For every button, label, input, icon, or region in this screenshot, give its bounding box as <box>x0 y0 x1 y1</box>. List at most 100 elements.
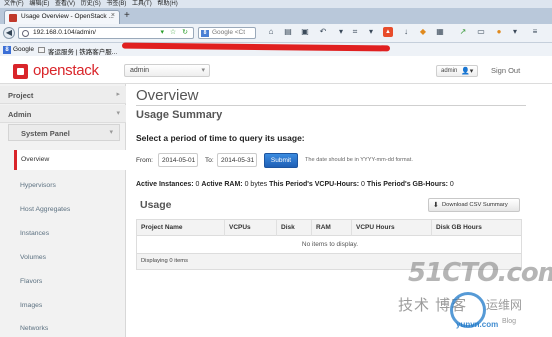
column-header-disk-gb-hours[interactable]: Disk GB Hours <box>432 220 523 236</box>
browser-tab-active[interactable]: Usage Overview - OpenStack ... × <box>4 10 120 24</box>
from-date-value: 2014-05-01 <box>162 157 196 164</box>
menu-history[interactable]: 历史(S) <box>81 0 101 8</box>
download-icon[interactable]: ↓ <box>401 27 411 37</box>
from-date-input[interactable]: 2014-05-01 <box>158 153 198 167</box>
column-header-project-name[interactable]: Project Name <box>137 220 225 236</box>
new-tab-button[interactable]: + <box>124 11 130 21</box>
tab-strip: Usage Overview - OpenStack ... × + <box>0 8 552 24</box>
usage-table: Project Name VCPUs Disk RAM VCPU Hours D… <box>136 219 522 270</box>
sidebar-item-images[interactable]: Images <box>14 296 126 316</box>
reload-icon[interactable]: ▾ ☆ ↻ <box>160 28 190 36</box>
sidebar-admin-label: Admin <box>8 110 32 119</box>
sidebar-item-networks[interactable]: Networks <box>14 319 126 337</box>
app-topbar: openstack admin ▾ admin 👤▾ Sign Out <box>0 58 552 84</box>
sidebar-system-panel[interactable]: System Panel ▾ <box>8 124 120 141</box>
openstack-logo-text[interactable]: openstack <box>33 62 99 79</box>
menu-tools[interactable]: 工具(T) <box>132 0 152 8</box>
vcpu-hours-label: This Period's VCPU-Hours: <box>269 181 360 188</box>
addon-red-icon[interactable]: ▲ <box>383 27 393 37</box>
column-header-disk[interactable]: Disk <box>277 220 312 236</box>
menu-hamburger-icon[interactable]: ≡ <box>530 27 540 37</box>
download-icon: ⬇ <box>433 202 439 209</box>
sidebar-item-host-aggregates[interactable]: Host Aggregates <box>14 200 126 220</box>
apps-icon[interactable]: ▦ <box>435 27 445 37</box>
google-search-engine-icon[interactable]: 8 <box>201 30 209 37</box>
back-arrow-icon[interactable]: ◀ <box>3 27 15 39</box>
menu-help[interactable]: 帮助(H) <box>157 0 177 8</box>
to-label: To: <box>205 157 214 164</box>
url-bar[interactable]: 192.168.0.104/admin/ ▾ ☆ ↻ <box>18 27 194 39</box>
submit-button[interactable]: Submit <box>264 153 298 168</box>
search-bar[interactable]: 8 Google <Ct <box>198 27 256 39</box>
column-header-ram[interactable]: RAM <box>312 220 352 236</box>
home-icon[interactable]: ⌂ <box>266 27 276 37</box>
sign-out-link[interactable]: Sign Out <box>491 66 520 75</box>
share-icon[interactable]: ↗ <box>458 27 468 37</box>
menu-view[interactable]: 查看(V) <box>55 0 75 8</box>
usage-table-title: Usage <box>140 199 172 211</box>
addon-orange-icon[interactable]: ◆ <box>418 27 428 37</box>
crop-icon[interactable]: ⌗ <box>350 27 360 37</box>
bookmark-list-icon[interactable]: ▤ <box>283 27 293 37</box>
bookmark-railway-service[interactable]: 客运服务 | 铁路客户服... <box>48 46 117 56</box>
globe-icon <box>22 30 29 37</box>
sidebar-project-label: Project <box>8 91 34 100</box>
url-text: 192.168.0.104/admin/ <box>33 29 96 36</box>
dropdown-icon[interactable]: ▾ <box>366 27 376 37</box>
project-selector[interactable]: admin ▾ <box>124 64 210 77</box>
download-csv-button[interactable]: ⬇ Download CSV Summary <box>428 198 520 212</box>
redo-icon[interactable]: ▾ <box>336 27 346 37</box>
chevron-down-icon: ▾ <box>116 110 120 117</box>
menu-edit[interactable]: 编辑(E) <box>29 0 49 8</box>
addon-smile-icon[interactable]: ● <box>494 27 504 37</box>
usage-summary-title: Usage Summary <box>136 109 223 121</box>
sidebar-item-label: Images <box>20 302 43 309</box>
search-placeholder: Google <Ct <box>212 29 246 36</box>
folder-icon[interactable]: ▭ <box>476 27 486 37</box>
menu-bookmarks[interactable]: 书签(B) <box>106 0 126 8</box>
to-date-input[interactable]: 2014-05-31 <box>217 153 257 167</box>
google-bookmark-icon: 8 <box>3 46 11 54</box>
tab-title: Usage Overview - OpenStack ... <box>21 13 114 20</box>
sidebar-item-label: Host Aggregates <box>20 206 71 213</box>
sidebar-item-label: Hypervisors <box>20 182 56 189</box>
sidebar-item-volumes[interactable]: Volumes <box>14 248 126 268</box>
main-content: Overview Usage Summary Select a period o… <box>126 84 552 337</box>
sidebar-dashboard-admin[interactable]: Admin ▾ <box>0 105 126 123</box>
table-empty-row: No items to display. <box>137 236 521 254</box>
browser-navbar: ◀ 192.168.0.104/admin/ ▾ ☆ ↻ 8 Google <C… <box>0 24 552 42</box>
sidebar-item-overview[interactable]: Overview <box>14 150 126 170</box>
column-header-vcpus[interactable]: VCPUs <box>225 220 277 236</box>
user-menu-button[interactable]: admin 👤▾ <box>436 65 478 77</box>
table-empty-message: No items to display. <box>301 241 359 248</box>
tab-close-icon[interactable]: × <box>111 12 115 19</box>
sidebar-item-label: Instances <box>20 230 50 237</box>
openstack-logo-icon <box>13 64 28 79</box>
bookmark-google[interactable]: Google <box>13 46 34 53</box>
table-footer-row: Displaying 0 items <box>137 254 521 269</box>
sidebar: Project ▸ Admin ▾ System Panel ▾ Overvie… <box>0 84 126 337</box>
column-header-vcpu-hours[interactable]: VCPU Hours <box>352 220 432 236</box>
download-csv-label: Download CSV Summary <box>442 202 508 208</box>
sidebar-item-hypervisors[interactable]: Hypervisors <box>14 176 126 196</box>
active-instances-value: 0 <box>195 181 200 188</box>
undo-icon[interactable]: ↶ <box>318 27 328 37</box>
active-ram-label: Active RAM: <box>201 181 243 188</box>
vcpu-hours-value: 0 <box>361 181 365 188</box>
sidebar-item-label: Overview <box>21 156 50 163</box>
active-instances-label: Active Instances: <box>136 181 194 188</box>
period-query-heading: Select a period of time to query its usa… <box>136 133 305 143</box>
dropdown-small-icon[interactable]: ▾ <box>510 27 520 37</box>
lock-icon[interactable]: ▣ <box>300 27 310 37</box>
user-icon: 👤▾ <box>461 68 474 75</box>
sidebar-item-label: Volumes <box>20 254 47 261</box>
project-selector-value: admin <box>130 67 150 74</box>
chevron-down-icon: ▾ <box>109 129 113 136</box>
gb-hours-value: 0 <box>449 181 454 188</box>
sidebar-dashboard-project[interactable]: Project ▸ <box>0 86 126 104</box>
menu-file[interactable]: 文件(F) <box>4 0 24 8</box>
sidebar-item-instances[interactable]: Instances <box>14 224 126 244</box>
table-item-count: Displaying 0 items <box>141 258 189 264</box>
sidebar-item-flavors[interactable]: Flavors <box>14 272 126 292</box>
openstack-favicon-icon <box>9 14 17 22</box>
